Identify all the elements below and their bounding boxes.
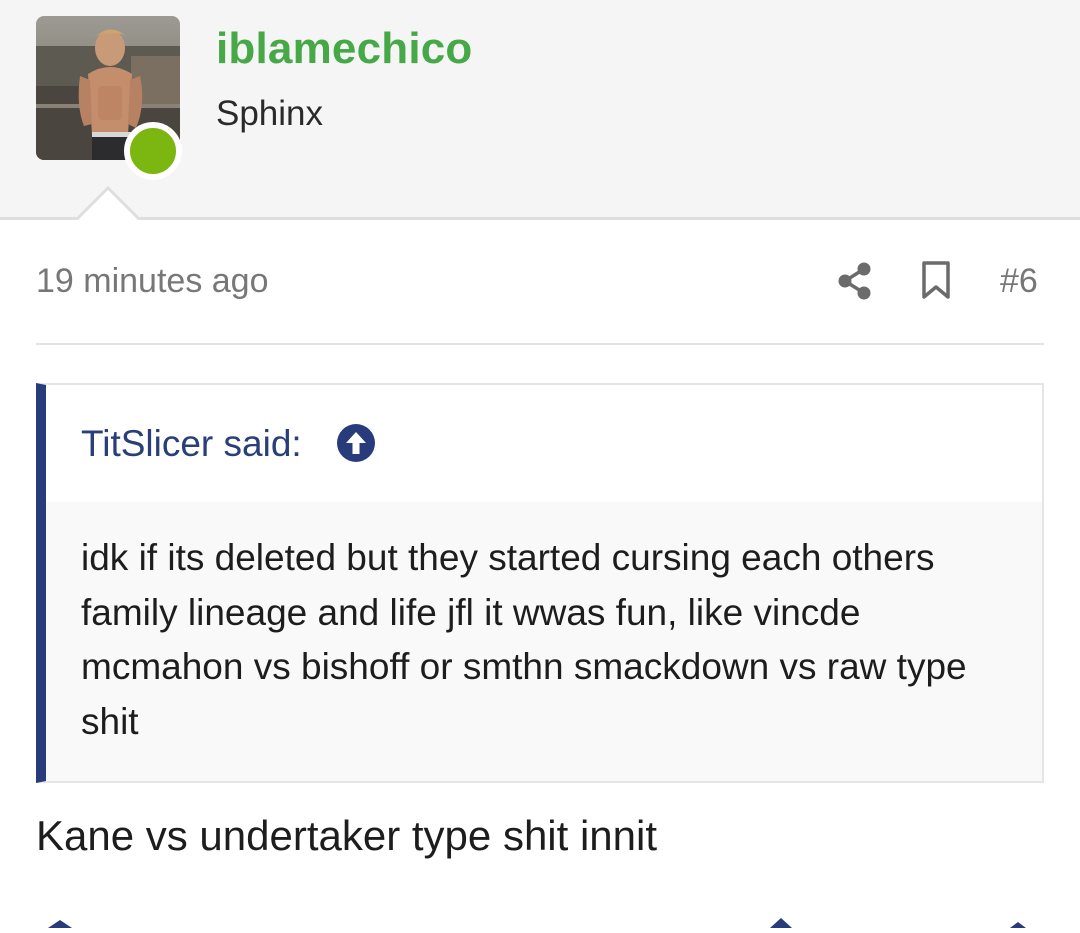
- quote-header: TitSlicer said:: [46, 385, 1042, 502]
- post-timestamp[interactable]: 19 minutes ago: [36, 262, 269, 301]
- quote-body: idk if its deleted but they started curs…: [81, 537, 967, 742]
- post-actions-row: [0, 912, 1080, 928]
- post-body: Kane vs undertaker type shit innit: [36, 812, 658, 859]
- username[interactable]: iblamechico: [216, 24, 473, 74]
- reaction-icon: [48, 920, 72, 928]
- post-divider: [36, 343, 1044, 345]
- bookmark-icon[interactable]: [918, 260, 954, 305]
- arrow-up-circle-icon[interactable]: [336, 423, 376, 468]
- reply-icon: [770, 918, 792, 928]
- quote-block: TitSlicer said: idk if its deleted but t…: [36, 383, 1044, 783]
- quote-author[interactable]: TitSlicer said:: [81, 423, 302, 465]
- online-status-indicator: [124, 122, 182, 180]
- share-icon[interactable]: [836, 261, 874, 306]
- more-icon: [1010, 922, 1026, 928]
- user-header: iblamechico Sphinx: [0, 0, 1080, 220]
- post-number[interactable]: #6: [1000, 262, 1038, 301]
- user-title: Sphinx: [216, 94, 324, 133]
